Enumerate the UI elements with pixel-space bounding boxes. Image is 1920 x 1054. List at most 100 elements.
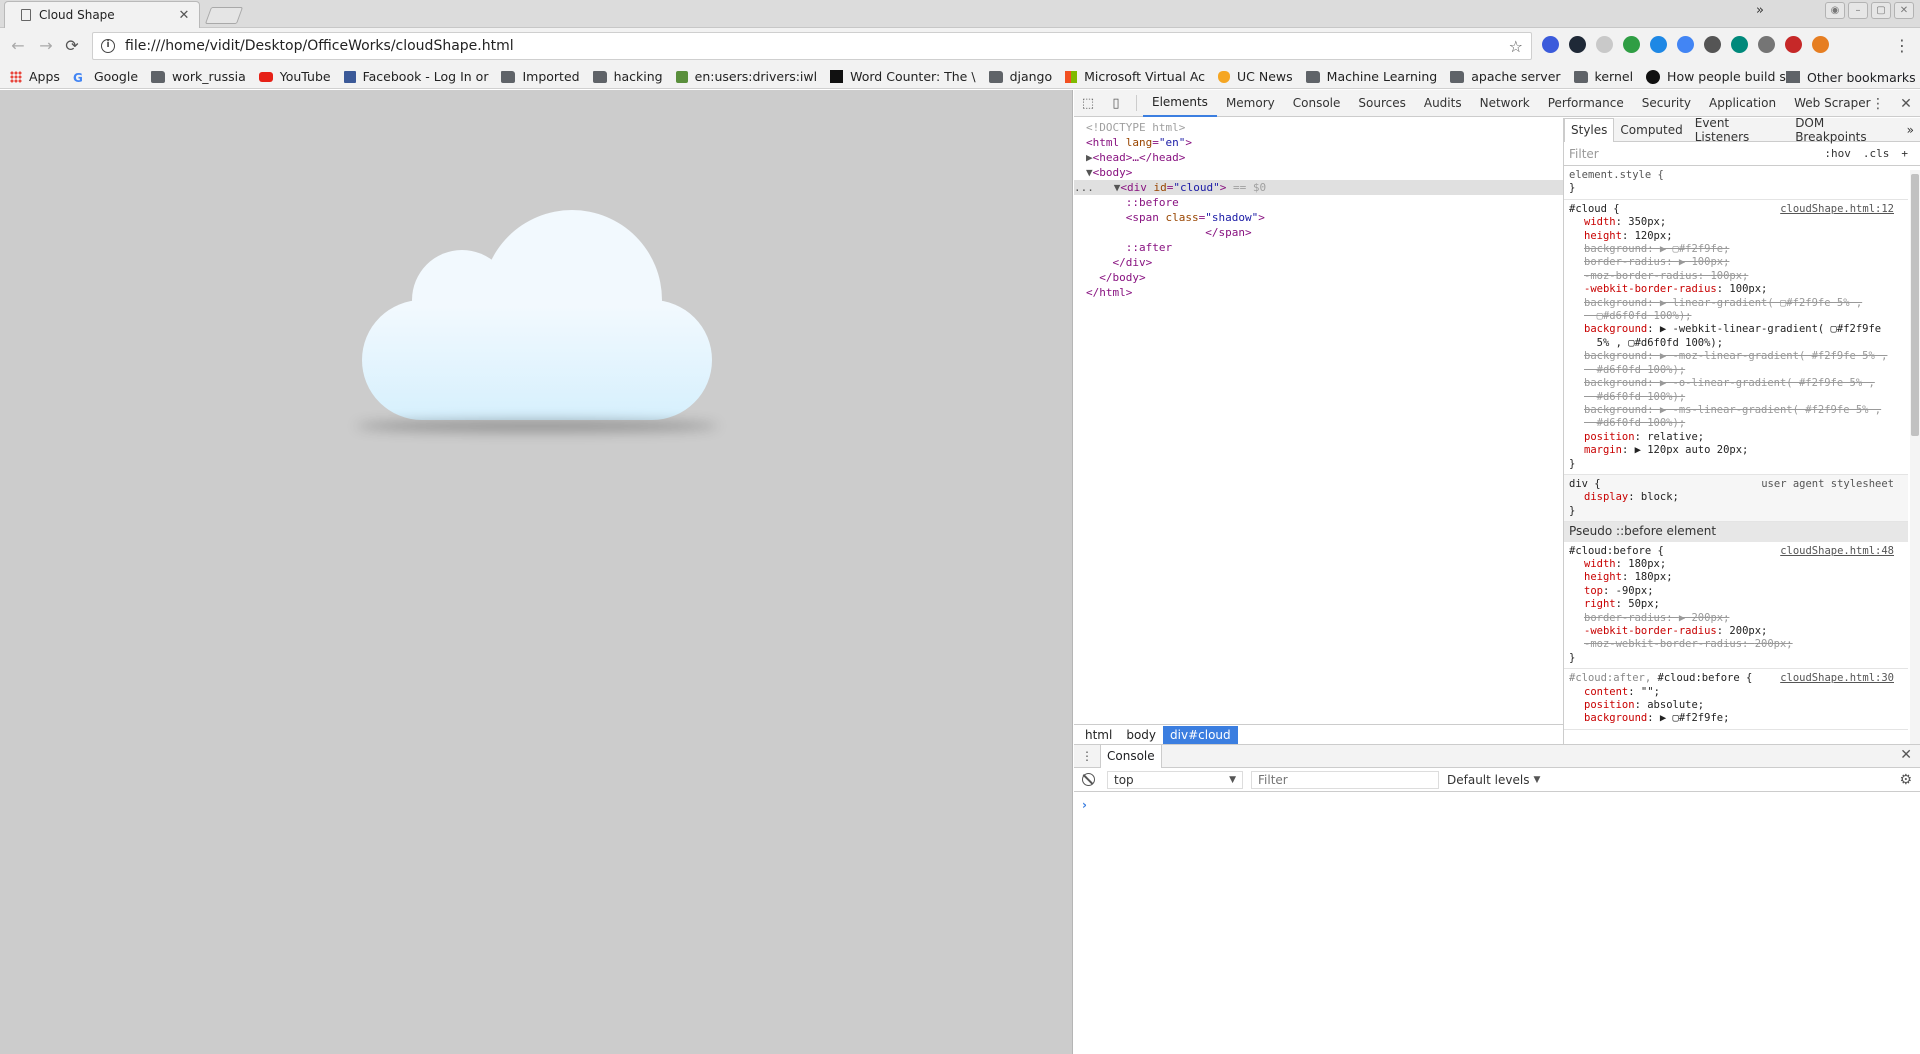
devtools-close-icon[interactable]: ✕ (1892, 96, 1920, 112)
browser-menu-icon[interactable]: ⋮ (1894, 36, 1910, 55)
rule-source-link[interactable]: cloudShape.html:48 (1780, 545, 1894, 558)
tab-cloud-shape[interactable]: Cloud Shape ✕ (4, 1, 200, 28)
bookmark-item[interactable]: UC News (1218, 69, 1293, 84)
bookmark-item[interactable]: Imported (501, 69, 580, 84)
log-levels-dropdown[interactable]: Default levels ▼ (1447, 773, 1540, 787)
dom-body-close[interactable]: </body> (1074, 270, 1563, 285)
dom-doctype[interactable]: <!DOCTYPE html> (1074, 120, 1563, 135)
styles-filter-input[interactable]: Filter (1569, 147, 1599, 161)
dom-after[interactable]: ::after (1074, 240, 1563, 255)
devtools-tab-network[interactable]: Network (1471, 90, 1539, 117)
css-declaration[interactable]: border-radius: ▶ 200px; (1569, 612, 1904, 625)
dom-html-close[interactable]: </html> (1074, 285, 1563, 300)
drawer-tab-console[interactable]: Console (1100, 744, 1162, 768)
css-declaration[interactable]: background: ▶ linear-gradient( ▢#f2f9fe … (1569, 297, 1904, 310)
devtools-tab-application[interactable]: Application (1700, 90, 1785, 117)
css-declaration[interactable]: #d6f0fd 100%); (1569, 391, 1904, 404)
dom-span-close[interactable]: </span> (1074, 225, 1563, 240)
cls-toggle[interactable]: .cls (1863, 147, 1890, 160)
dom-div-cloud[interactable]: ... ▼<div id="cloud"> == $0 (1074, 180, 1563, 195)
url-text[interactable]: file:///home/vidit/Desktop/OfficeWorks/c… (125, 38, 1509, 54)
css-declaration[interactable]: -webkit-border-radius: 200px; (1569, 625, 1904, 638)
bookmark-item[interactable]: Machine Learning (1305, 69, 1437, 84)
extension-icon[interactable] (1596, 36, 1613, 53)
css-declaration[interactable]: 5% , ▢#d6f0fd 100%); (1569, 337, 1904, 350)
css-declaration[interactable]: background: ▶ -o-linear-gradient( #f2f9f… (1569, 377, 1904, 390)
css-declaration[interactable]: position: relative; (1569, 431, 1904, 444)
rule-cloud[interactable]: #cloud { cloudShape.html:12 width: 350px… (1564, 200, 1908, 475)
tab-close-icon[interactable]: ✕ (175, 8, 193, 23)
css-declaration[interactable]: top: -90px; (1569, 585, 1904, 598)
bookmark-star-icon[interactable]: ☆ (1509, 37, 1523, 56)
css-declaration[interactable]: position: absolute; (1569, 699, 1904, 712)
devtools-tab-sources[interactable]: Sources (1349, 90, 1414, 117)
css-declaration[interactable]: background: ▶ ▢#f2f9fe; (1569, 712, 1904, 725)
breadcrumb-html[interactable]: html (1078, 726, 1119, 744)
inspect-element-icon[interactable]: ⬚ (1074, 96, 1102, 111)
tab-dom-breakpoints[interactable]: DOM Breakpoints (1789, 118, 1900, 144)
breadcrumb-body[interactable]: body (1119, 726, 1163, 744)
scrollbar-thumb[interactable] (1911, 174, 1919, 436)
css-declaration[interactable]: background: ▶ -moz-linear-gradient( #f2f… (1569, 350, 1904, 363)
css-declaration[interactable]: #d6f0fd 100%); (1569, 417, 1904, 430)
tab-styles[interactable]: Styles (1564, 118, 1615, 142)
rule-element-style[interactable]: element.style { } (1564, 166, 1908, 200)
bookmark-item[interactable]: Word Counter: The \ (830, 69, 976, 84)
dom-body-open[interactable]: ▼<body> (1074, 165, 1563, 180)
css-declaration[interactable]: ▢#d6f0fd 100%); (1569, 310, 1904, 323)
bookmark-item[interactable]: G Google (73, 69, 138, 85)
console-settings-gear-icon[interactable]: ⚙ (1899, 772, 1912, 788)
minimize-button[interactable]: – (1848, 2, 1868, 19)
bookmark-item[interactable]: en:users:drivers:iwl (675, 69, 817, 84)
css-declaration[interactable]: background: ▶ ▢#f2f9fe; (1569, 243, 1904, 256)
rule-source-link[interactable]: cloudShape.html:12 (1780, 203, 1894, 216)
dom-span-shadow[interactable]: <span class="shadow"> (1074, 210, 1563, 225)
rule-cloud-after-before[interactable]: #cloud:after, #cloud:before { cloudShape… (1564, 669, 1908, 730)
css-declaration[interactable]: border-radius: ▶ 100px; (1569, 256, 1904, 269)
bookmark-item[interactable]: work_russia (151, 69, 246, 84)
css-declaration[interactable]: -moz-border-radius: 100px; (1569, 270, 1904, 283)
tab-computed[interactable]: Computed (1614, 123, 1688, 137)
extension-icon[interactable] (1704, 36, 1721, 53)
console-prompt[interactable]: › (1074, 792, 1920, 812)
forward-button[interactable]: → (36, 36, 56, 56)
rule-cloud-before[interactable]: #cloud:before { cloudShape.html:48 width… (1564, 542, 1908, 670)
bookmarks-overflow-icon[interactable]: » (1756, 3, 1764, 18)
dom-div-close[interactable]: </div> (1074, 255, 1563, 270)
bookmark-item[interactable]: apache server (1450, 69, 1561, 84)
subtabs-overflow-icon[interactable]: » (1901, 123, 1920, 137)
extension-icon[interactable] (1785, 36, 1802, 53)
drawer-menu-icon[interactable]: ⋮ (1074, 749, 1100, 763)
bookmark-item[interactable]: How people build so (1646, 69, 1794, 84)
bookmark-item[interactable]: kernel (1573, 69, 1633, 84)
rule-source-link[interactable]: cloudShape.html:30 (1780, 672, 1894, 685)
extension-icon[interactable] (1542, 36, 1559, 53)
css-declaration[interactable]: background: ▶ -webkit-linear-gradient( ▢… (1569, 323, 1904, 336)
back-button[interactable]: ← (8, 36, 28, 56)
node-actions-icon[interactable]: ... (1074, 181, 1094, 194)
bookmark-item[interactable]: Microsoft Virtual Ac (1065, 69, 1205, 84)
devtools-tab-performance[interactable]: Performance (1539, 90, 1633, 117)
extension-icon[interactable] (1677, 36, 1694, 53)
css-declaration[interactable]: -moz-webkit-border-radius: 200px; (1569, 638, 1904, 651)
info-icon[interactable]: i (101, 39, 115, 53)
css-declaration[interactable]: display: block; (1569, 491, 1904, 504)
bookmark-item[interactable]: YouTube (258, 69, 331, 84)
console-filter-input[interactable] (1251, 770, 1439, 789)
tab-event-listeners[interactable]: Event Listeners (1689, 118, 1789, 144)
devtools-tab-security[interactable]: Security (1633, 90, 1700, 117)
css-declaration[interactable]: -webkit-border-radius: 100px; (1569, 283, 1904, 296)
add-rule-icon[interactable]: + (1901, 147, 1908, 160)
new-tab-button[interactable] (204, 7, 244, 24)
address-bar[interactable]: i file:///home/vidit/Desktop/OfficeWorks… (92, 32, 1532, 60)
rule-div-ua[interactable]: div { user agent stylesheet display: blo… (1564, 474, 1908, 523)
dom-before[interactable]: ::before (1074, 195, 1563, 210)
devtools-tab-audits[interactable]: Audits (1415, 90, 1471, 117)
bookmark-item[interactable]: Apps (10, 69, 60, 84)
extension-icon[interactable] (1569, 36, 1586, 53)
css-declaration[interactable]: margin: ▶ 120px auto 20px; (1569, 444, 1904, 457)
css-declaration[interactable]: right: 50px; (1569, 598, 1904, 611)
expand-arrow-icon[interactable]: ▶ (1086, 151, 1093, 164)
dom-head[interactable]: ▶<head>…</head> (1074, 150, 1563, 165)
device-toolbar-icon[interactable]: ▯ (1102, 96, 1130, 111)
